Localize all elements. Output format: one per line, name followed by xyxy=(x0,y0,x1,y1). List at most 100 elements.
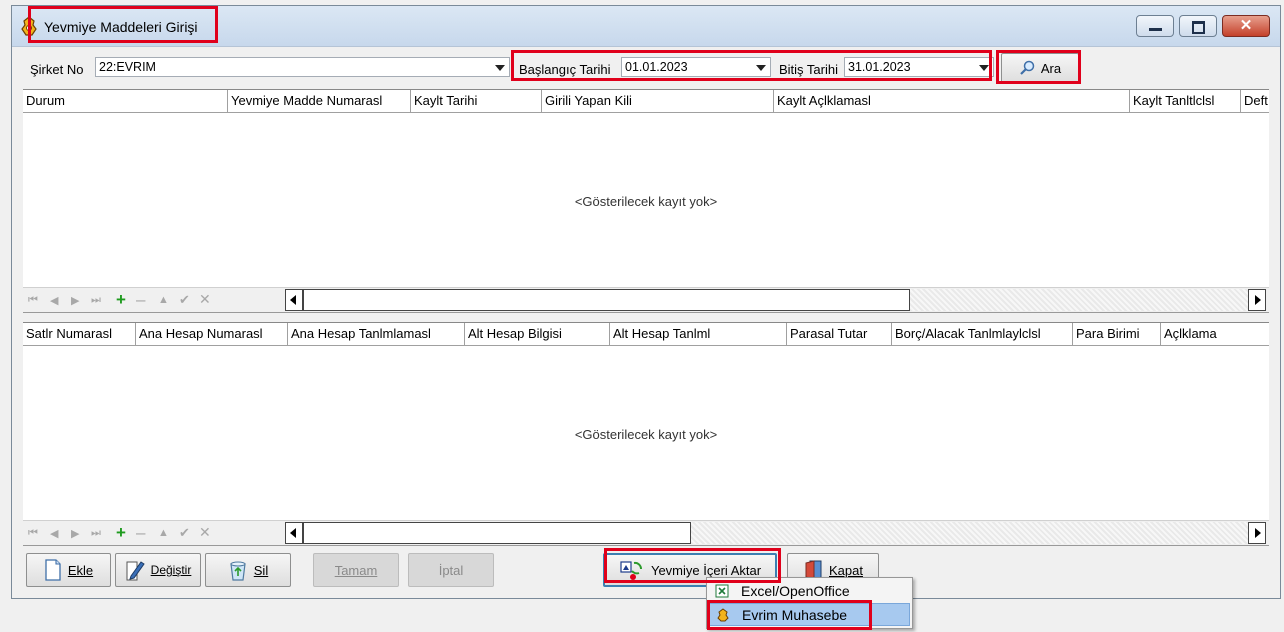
tamam-label: Tamam xyxy=(334,562,378,578)
new-document-icon xyxy=(45,559,61,581)
bitis-value: 31.01.2023 xyxy=(848,60,911,74)
bitis-label: Bitiş Tarihi xyxy=(779,62,839,77)
sirket-value: 22:EVRIM xyxy=(99,60,156,74)
scroll-right-button[interactable] xyxy=(1248,289,1266,311)
col-madde-no[interactable]: Yevmiye Madde Numarasl xyxy=(228,90,411,112)
col-alt-hesap-bilgi[interactable]: Alt Hesap Bilgisi xyxy=(465,323,610,345)
ekle-label: Ekle xyxy=(67,562,94,578)
iptal-button[interactable]: İptal xyxy=(408,553,494,587)
col-ana-hesap-tanim[interactable]: Ana Hesap Tanlmlamasl xyxy=(288,323,465,345)
maximize-button[interactable] xyxy=(1179,15,1217,37)
horizontal-scrollbar-thumb[interactable] xyxy=(303,289,910,311)
degistir-label: Değiştir xyxy=(150,563,192,577)
first-record-icon[interactable]: ⏮ xyxy=(28,527,38,540)
horizontal-scrollbar-thumb[interactable] xyxy=(303,522,691,544)
chevron-down-icon[interactable] xyxy=(979,65,989,71)
sirket-label: Şirket No xyxy=(30,62,84,77)
menu-item-excel[interactable]: Excel/OpenOffice xyxy=(709,580,910,603)
scroll-right-button[interactable] xyxy=(1248,522,1266,544)
col-durum[interactable]: Durum xyxy=(23,90,228,112)
edit-icon xyxy=(126,561,145,581)
evrim-icon xyxy=(717,608,729,622)
lines-grid-header: Satlr Numarasl Ana Hesap Numarasl Ana He… xyxy=(23,323,1269,346)
delete-record-icon[interactable]: – xyxy=(136,290,145,310)
col-kayit-aciklama[interactable]: Kaylt Açlklamasl xyxy=(774,90,1130,112)
sil-button[interactable]: Sil xyxy=(205,553,291,587)
iptal-label: İptal xyxy=(438,562,464,578)
recycle-bin-icon xyxy=(230,561,246,581)
cancel-record-icon[interactable]: ✕ xyxy=(199,291,211,308)
bitis-date-combo[interactable]: 31.01.2023 xyxy=(844,57,994,77)
col-parasal-tutar[interactable]: Parasal Tutar xyxy=(787,323,892,345)
last-record-icon[interactable]: ⏭ xyxy=(91,294,101,307)
scroll-left-button[interactable] xyxy=(285,289,303,311)
minimize-button[interactable] xyxy=(1136,15,1174,37)
import-source-menu: Excel/OpenOffice Evrim Muhasebe xyxy=(706,577,913,629)
search-icon xyxy=(1020,60,1035,75)
app-icon xyxy=(21,16,37,36)
empty-message: <Gösterilecek kayıt yok> xyxy=(574,194,718,209)
prev-record-icon[interactable]: ◀ xyxy=(50,294,58,307)
col-para-birimi[interactable]: Para Birimi xyxy=(1073,323,1161,345)
menu-item-label: Excel/OpenOffice xyxy=(741,583,850,599)
col-aciklama[interactable]: Açlklama xyxy=(1161,323,1269,345)
delete-record-icon[interactable]: – xyxy=(136,523,145,543)
sil-label: Sil xyxy=(253,562,269,578)
baslangic-label: Başlangıç Tarihi xyxy=(519,62,611,77)
chevron-down-icon[interactable] xyxy=(756,65,766,71)
first-record-icon[interactable]: ⏮ xyxy=(28,294,38,307)
col-girisi-yapan[interactable]: Girili Yapan Kili xyxy=(542,90,774,112)
baslangic-date-combo[interactable]: 01.01.2023 xyxy=(621,57,771,77)
journal-lines-grid[interactable]: Satlr Numarasl Ana Hesap Numarasl Ana He… xyxy=(23,322,1269,546)
scrollbar-track[interactable] xyxy=(691,522,1248,544)
baslangic-value: 01.01.2023 xyxy=(625,60,688,74)
title-bar[interactable]: Yevmiye Maddeleri Girişi ✕ xyxy=(12,6,1280,47)
scroll-left-button[interactable] xyxy=(285,522,303,544)
arrow-left-icon xyxy=(290,528,296,538)
add-record-icon[interactable]: + xyxy=(116,523,126,543)
col-kayit-tarihi[interactable]: Kaylt Tarihi xyxy=(411,90,542,112)
window-title: Yevmiye Maddeleri Girişi xyxy=(44,19,198,35)
post-record-icon[interactable]: ✔ xyxy=(179,292,190,308)
col-kayit-tanitici[interactable]: Kaylt Tanltlclsl xyxy=(1130,90,1241,112)
close-button[interactable]: ✕ xyxy=(1222,15,1270,37)
sirket-combo[interactable]: 22:EVRIM xyxy=(95,57,510,77)
journal-entry-window: Yevmiye Maddeleri Girişi ✕ Şirket No 22:… xyxy=(11,5,1281,599)
tamam-button[interactable]: Tamam xyxy=(313,553,399,587)
journal-entries-grid[interactable]: Durum Yevmiye Madde Numarasl Kaylt Tarih… xyxy=(23,89,1269,313)
next-record-icon[interactable]: ▶ xyxy=(71,527,79,540)
ekle-button[interactable]: Ekle xyxy=(26,553,111,587)
grid-navigator: ⏮ ◀ ▶ ⏭ + – ▲ ✔ ✕ xyxy=(23,520,1269,545)
col-alt-hesap-tanim[interactable]: Alt Hesap Tanlml xyxy=(610,323,787,345)
kapat-label: Kapat xyxy=(829,562,863,578)
journal-grid-header: Durum Yevmiye Madde Numarasl Kaylt Tarih… xyxy=(23,90,1269,113)
col-defter[interactable]: Deft xyxy=(1241,90,1269,112)
search-button[interactable]: Ara xyxy=(1001,53,1079,83)
import-icon xyxy=(620,561,642,580)
prev-record-icon[interactable]: ◀ xyxy=(50,527,58,540)
next-record-icon[interactable]: ▶ xyxy=(71,294,79,307)
scrollbar-track[interactable] xyxy=(910,289,1248,311)
degistir-button[interactable]: Değiştir xyxy=(115,553,201,587)
import-label: Yevmiye İçeri Aktar xyxy=(650,562,762,578)
last-record-icon[interactable]: ⏭ xyxy=(91,527,101,540)
col-satir-no[interactable]: Satlr Numarasl xyxy=(23,323,136,345)
cancel-record-icon[interactable]: ✕ xyxy=(199,524,211,541)
maximize-icon xyxy=(1192,21,1205,34)
post-record-icon[interactable]: ✔ xyxy=(179,525,190,541)
edit-record-icon[interactable]: ▲ xyxy=(158,294,169,306)
col-borc-alacak[interactable]: Borç/Alacak Tanlmlaylclsl xyxy=(892,323,1073,345)
grid-navigator: ⏮ ◀ ▶ ⏭ + – ▲ ✔ ✕ xyxy=(23,287,1269,312)
arrow-left-icon xyxy=(290,295,296,305)
edit-record-icon[interactable]: ▲ xyxy=(158,527,169,539)
menu-item-evrim[interactable]: Evrim Muhasebe xyxy=(709,603,910,626)
menu-item-label: Evrim Muhasebe xyxy=(742,607,848,623)
col-ana-hesap-no[interactable]: Ana Hesap Numarasl xyxy=(136,323,288,345)
add-record-icon[interactable]: + xyxy=(116,290,126,310)
chevron-down-icon[interactable] xyxy=(495,65,505,71)
minimize-icon xyxy=(1149,28,1162,31)
search-label: Ara xyxy=(1040,60,1062,76)
arrow-right-icon xyxy=(1255,295,1261,305)
arrow-right-icon xyxy=(1255,528,1261,538)
empty-message: <Gösterilecek kayıt yok> xyxy=(574,427,718,442)
